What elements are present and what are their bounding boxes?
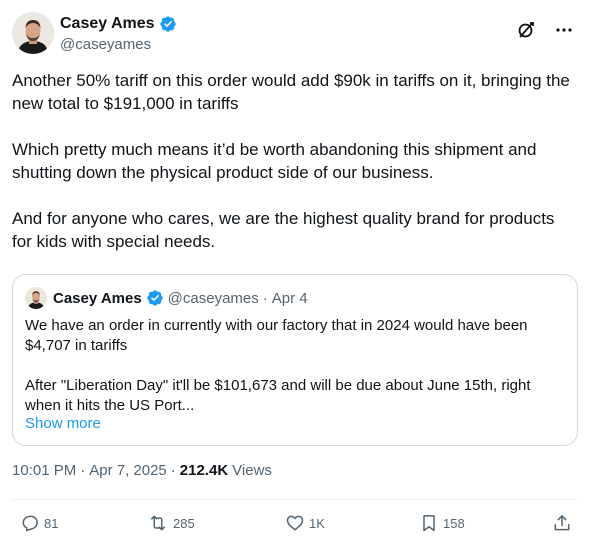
reply-button[interactable]: 81 (20, 510, 58, 536)
post-time[interactable]: 10:01 PM (12, 462, 76, 479)
share-button[interactable] (552, 510, 572, 536)
repost-button[interactable]: 285 (147, 510, 195, 536)
separator-dot: · (262, 289, 268, 307)
quoted-date[interactable]: Apr 4 (272, 290, 308, 307)
quoted-header: Casey Ames @caseyames · Apr 4 (25, 287, 308, 309)
heart-icon (285, 513, 305, 533)
quoted-text: We have an order in currently with our f… (25, 316, 565, 416)
avatar[interactable] (12, 12, 54, 54)
author-name[interactable]: Casey Ames (60, 14, 155, 34)
repost-icon (147, 513, 169, 533)
post-paragraph: Which pretty much means it’d be worth ab… (12, 140, 537, 182)
show-more-link[interactable]: Show more (25, 415, 101, 432)
verified-badge-icon[interactable] (159, 15, 177, 33)
share-icon (552, 513, 572, 533)
verified-badge-icon (146, 289, 164, 307)
post-header: Casey Ames @caseyames (12, 12, 578, 60)
post-meta: 10:01 PM · Apr 7, 2025 · 212.4K Views (12, 462, 272, 479)
like-count: 1K (309, 515, 325, 531)
views-count: 212.4K (179, 462, 229, 479)
quoted-author-name[interactable]: Casey Ames (53, 290, 142, 307)
quoted-post[interactable]: Casey Ames @caseyames · Apr 4 We have an… (12, 274, 578, 446)
reply-count: 81 (44, 515, 59, 531)
post-paragraph: And for anyone who cares, we are the hig… (12, 209, 555, 251)
views-label: Views (232, 462, 272, 479)
quoted-paragraph: After "Liberation Day" it'll be $101,673… (25, 377, 531, 414)
separator-dot: · (80, 462, 86, 479)
post-paragraph: Another 50% tariff on this order would a… (12, 71, 570, 113)
post-text: Another 50% tariff on this order would a… (12, 69, 578, 253)
separator-dot: · (170, 462, 176, 479)
quoted-paragraph: We have an order in currently with our f… (25, 317, 528, 354)
grok-icon[interactable] (516, 20, 536, 40)
author-handle[interactable]: @caseyames (60, 35, 177, 55)
divider (12, 499, 578, 500)
bookmark-button[interactable]: 158 (419, 510, 465, 536)
bookmark-count: 158 (443, 515, 465, 531)
reply-icon (20, 513, 40, 533)
more-icon[interactable] (554, 20, 574, 40)
quoted-author-handle[interactable]: @caseyames (168, 290, 259, 307)
top-actions (516, 20, 574, 40)
like-button[interactable]: 1K (285, 510, 325, 536)
author-block: Casey Ames @caseyames (60, 14, 177, 55)
post-date[interactable]: Apr 7, 2025 (89, 462, 167, 479)
bookmark-icon (419, 513, 439, 533)
action-bar: 81 285 1K 158 (12, 510, 578, 540)
quoted-avatar[interactable] (25, 287, 47, 309)
repost-count: 285 (173, 515, 195, 531)
